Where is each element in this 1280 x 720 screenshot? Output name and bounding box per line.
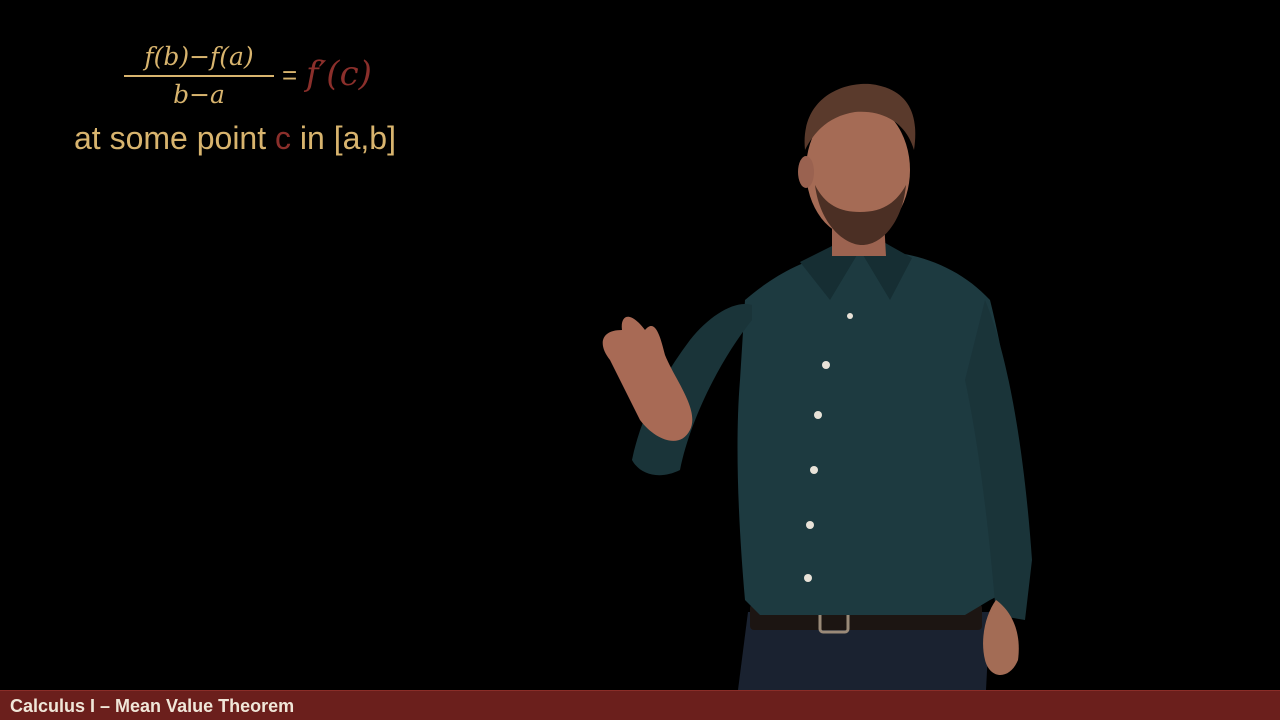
caption-highlight: c <box>275 120 291 156</box>
caption-prefix: at some point <box>74 120 275 156</box>
formula-equals: = <box>282 60 298 90</box>
presenter-ear <box>798 156 814 188</box>
lecture-title: Calculus I – Mean Value Theorem <box>10 696 295 716</box>
formula-derivative: f′(c) <box>306 54 372 94</box>
fraction-bar <box>124 75 274 77</box>
lecture-title-bar: Calculus I – Mean Value Theorem <box>0 690 1280 720</box>
formula-denominator: b−a <box>173 80 225 109</box>
mvt-formula: f(b)−f(a) b−a = f′(c) <box>124 40 424 116</box>
caption-suffix: in [a,b] <box>291 120 396 156</box>
formula-numerator: f(b)−f(a) <box>144 42 254 71</box>
difference-quotient: f(b)−f(a) b−a <box>124 40 274 111</box>
video-frame: f(b)−f(a) b−a = f′(c) at some point c in… <box>0 0 1280 720</box>
formula-caption: at some point c in [a,b] <box>74 120 396 157</box>
